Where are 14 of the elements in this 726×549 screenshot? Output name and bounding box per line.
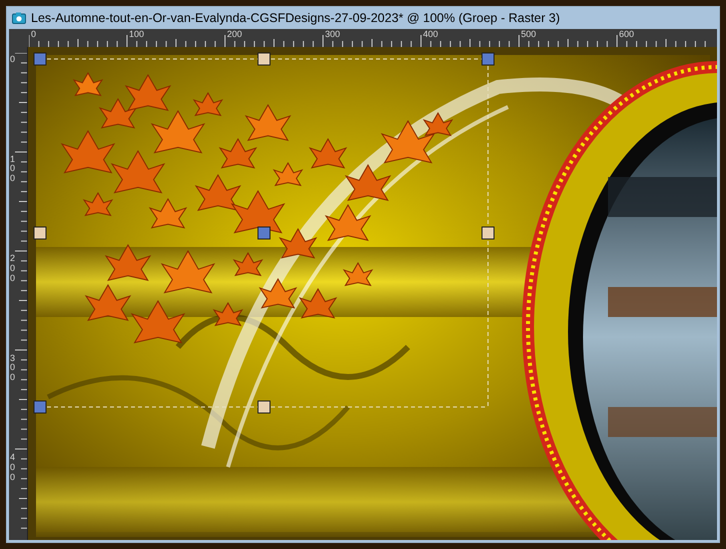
ruler-label: 400 [423,30,440,39]
ruler-label: 100 [129,30,146,39]
ruler-label: 300 [10,354,15,384]
ruler-label: 100 [10,154,15,184]
ruler-label: 200 [10,254,15,284]
ruler-label: 300 [325,30,342,39]
ruler-label: 500 [521,30,538,39]
window-title: Les-Automne-tout-en-Or-van-Evalynda-CGSFDesigns-27-09-2023* @ 100% (Groep - Raster 3) [31,10,560,27]
ruler-label: 400 [10,453,15,483]
ruler-label: 0 [31,30,38,39]
ruler-label: 600 [619,30,636,39]
camera-icon [12,12,26,24]
ruler-label: 200 [227,30,244,39]
ruler-label: 0 [10,55,15,65]
